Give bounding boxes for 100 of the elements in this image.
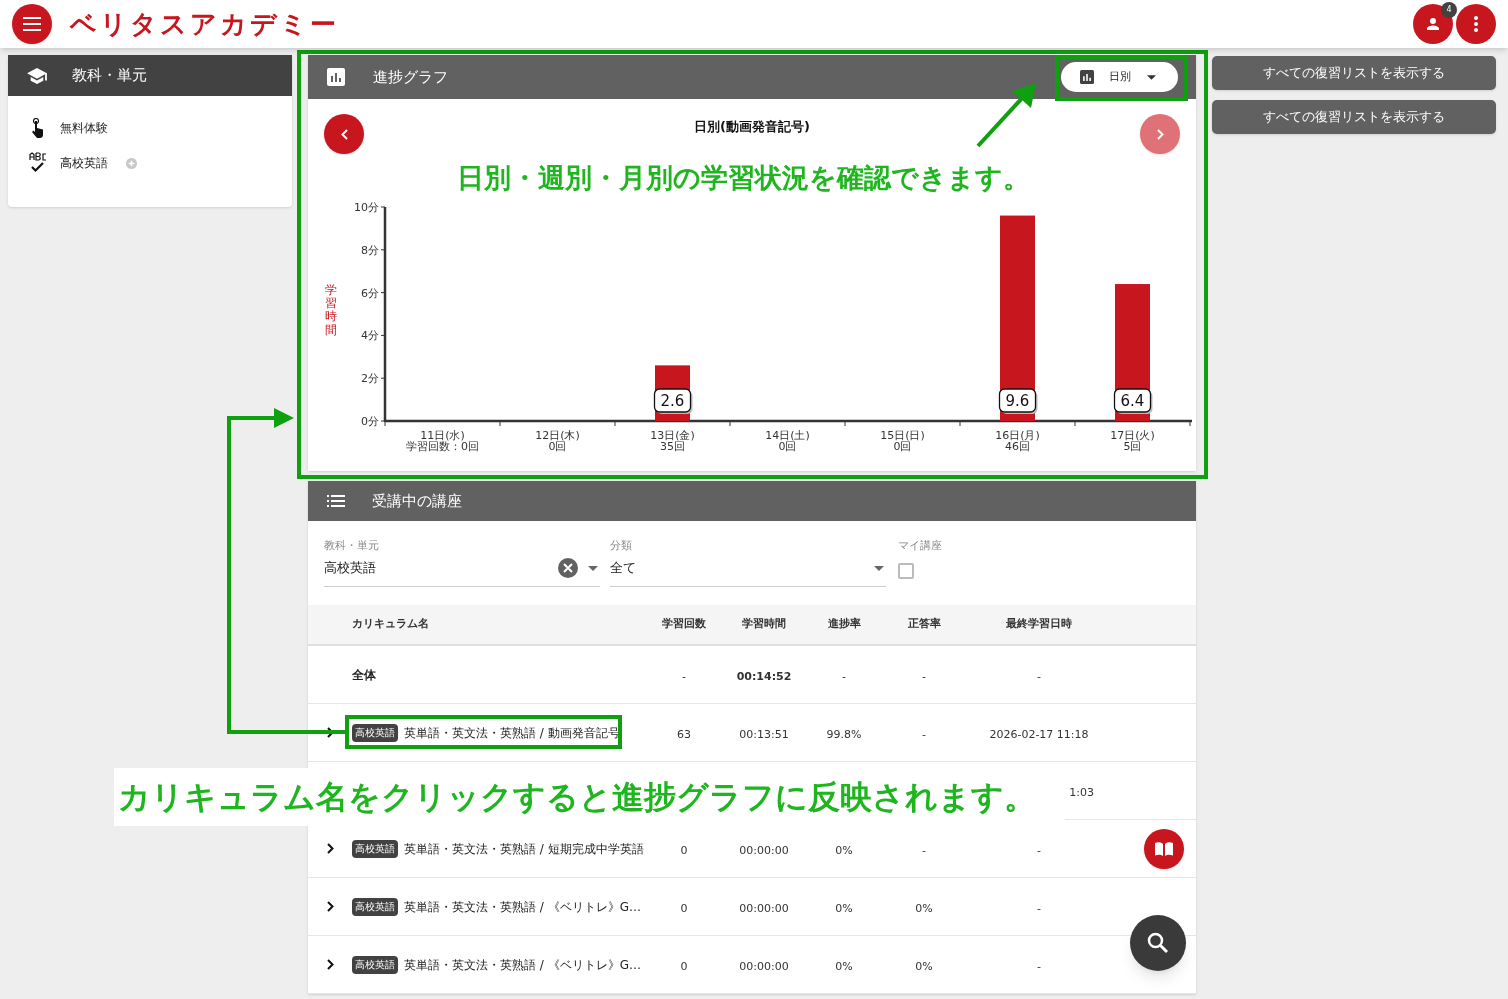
x-tick-label: 16日(月) [995,429,1040,442]
table-cell: 1:03 [1069,785,1094,799]
table-cell: 0% [835,901,853,915]
table-cell: 00:00:00 [739,959,789,973]
curriculum-link[interactable]: 英単語・英文法・英熟語 / 短期完成中学英語 [404,839,644,858]
clear-icon[interactable] [558,558,578,578]
app-logo[interactable]: ベリタスアカデミー [70,11,339,37]
table-cell: 0 [680,901,688,915]
select-field[interactable]: 分類 全て [610,539,886,587]
value-label: 6.4 [1113,388,1153,414]
table-cell: - [1037,959,1041,973]
subject-tag: 高校英語 [352,839,398,858]
table-cell: 0% [915,901,933,915]
subject-item[interactable]: 高校英語 [60,154,108,172]
study-count-label: 35回 [660,440,685,453]
more-button[interactable] [1456,4,1496,44]
column-header: 学習時間 [741,616,787,633]
caret-icon [588,565,598,571]
value-label: 2.6 [653,388,693,414]
y-tick-label: 8分 [361,243,379,257]
menu-icon [23,17,41,31]
review-list-button[interactable]: すべての復習リストを表示する [1212,56,1496,90]
chevron-right-icon[interactable] [326,843,334,854]
column-header: 最終学習日時 [1005,616,1073,633]
annotation-text: 日別・週別・月別の学習状況を確認できます。 [457,161,1031,195]
select-field[interactable]: 教科・単元 高校英語 [324,539,600,587]
graduation-cap-icon [26,66,48,85]
abc-check-icon [28,152,48,174]
search-icon [1147,932,1169,954]
chevron-left-icon [340,128,348,140]
table-cell: 2026-02-17 11:18 [989,727,1089,741]
table-cell: 99.8% [826,727,862,741]
table-cell: - [1037,901,1041,915]
table-cell: - [922,843,926,857]
table-cell: 00:13:51 [739,727,789,741]
chevron-right-icon [1156,128,1164,140]
book-icon [1155,842,1173,856]
table-cell: 63 [677,727,691,741]
table-cell: 0 [680,959,688,973]
table-cell: 00:00:00 [739,901,789,915]
table-cell: - [922,669,926,683]
table-cell: 0% [835,959,853,973]
pointer-arrow [976,83,1036,148]
study-count-label: 0回 [778,440,797,453]
table-cell: 00:14:52 [736,669,792,683]
study-count-label: 0回 [893,440,912,453]
study-count-label: 46回 [1005,440,1030,453]
chevron-right-icon[interactable] [326,959,334,970]
filter-label: マイ講座 [898,539,942,553]
column-header: 学習回数 [661,616,707,633]
study-count-label: 学習回数：0回 [406,440,479,453]
table-cell: - [682,669,686,683]
panel-title: 教科・単元 [72,65,147,87]
column-header: 進捗率 [826,616,862,633]
study-count-label: 0回 [548,440,567,453]
caret-icon [874,565,884,571]
bar-chart-icon [327,68,345,86]
notification-badge: 4 [1441,2,1457,18]
previous-button[interactable] [324,114,364,154]
x-tick-label: 14日(土) [765,429,810,442]
y-tick-label: 4分 [361,329,379,343]
table-cell: 0% [835,843,853,857]
chevron-right-icon[interactable] [326,901,334,912]
x-tick-label: 17日(火) [1110,429,1155,442]
column-header: カリキュラム名 [352,616,430,633]
x-tick-label: 11日(水) [420,429,465,442]
subject-tag: 高校英語 [352,723,398,742]
menu-button[interactable] [12,4,52,44]
table-cell: 0% [915,959,933,973]
curriculum-link[interactable]: 英単語・英文法・英熟語 / 《ベリトレ》G… [404,897,641,916]
bar-chart-icon [1080,70,1094,84]
subject-tag: 高校英語 [352,955,398,974]
y-axis-title: 学習時間 [325,284,337,337]
table-cell: - [1037,669,1041,683]
y-tick-label: 0分 [361,415,379,428]
curriculum-link[interactable]: 英単語・英文法・英熟語 / 動画発音記号 [404,723,620,742]
person-icon [1424,15,1442,33]
list-icon [327,495,345,507]
table-cell: 0 [680,843,688,857]
chart-title: 日別(動画発音記号) [693,118,811,136]
card-title: 受講中の講座 [372,490,462,512]
y-tick-label: 10分 [354,201,379,214]
chevron-right-icon[interactable] [326,727,334,738]
table-cell: - [922,727,926,741]
caret-icon [1147,74,1156,80]
curriculum-link[interactable]: 英単語・英文法・英熟語 / 《ベリトレ》G… [404,955,641,974]
period-dropdown[interactable]: 日別 [1061,62,1178,92]
study-count-label: 5回 [1123,440,1142,453]
x-tick-label: 15日(日) [880,429,925,442]
column-header: 正答率 [906,616,942,633]
subject-item[interactable]: 無料体験 [60,119,108,137]
more-icon [1474,16,1478,32]
y-tick-label: 2分 [361,372,379,386]
subject-tag: 高校英語 [352,897,398,916]
table-cell-text: 全体 [352,666,376,684]
table-cell: - [842,669,846,683]
x-tick-label: 12日(木) [535,429,580,442]
checkbox[interactable] [898,563,914,579]
review-list-button[interactable]: すべての復習リストを表示する [1212,100,1496,134]
value-label: 9.6 [998,388,1038,414]
